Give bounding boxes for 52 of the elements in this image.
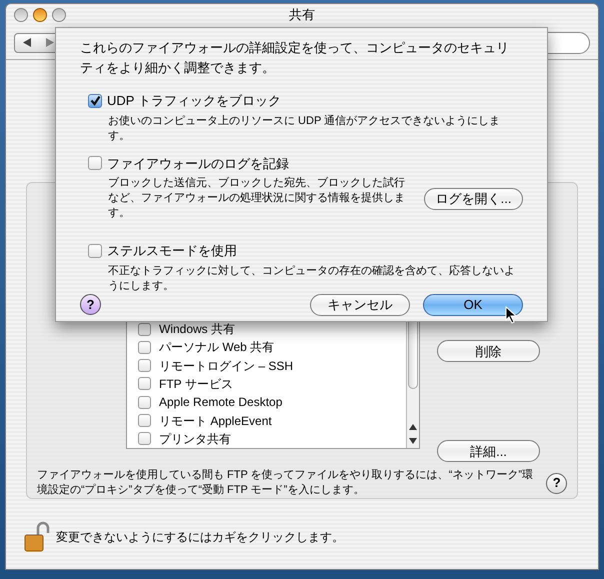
option-checkbox-row[interactable]: ファイアウォールのログを記録: [80, 154, 523, 173]
service-name: Windows 共有: [159, 321, 236, 338]
service-row[interactable]: Apple Remote Desktop: [127, 393, 406, 412]
checkbox[interactable]: [138, 340, 151, 354]
option-description: お使いのコンピュータ上のリソースに UDP 通信がアクセスできないようにします。: [108, 114, 502, 144]
service-row[interactable]: プリンタ共有: [127, 430, 406, 448]
push-button[interactable]: 詳細...: [437, 440, 540, 462]
service-row[interactable]: パーソナル Web 共有: [127, 338, 406, 357]
help-button[interactable]: ?: [546, 472, 567, 494]
scrollbar[interactable]: [406, 319, 419, 448]
service-name: Apple Remote Desktop: [159, 394, 282, 412]
zoom-button[interactable]: [52, 8, 66, 22]
unlocked-padlock-icon[interactable]: [24, 521, 50, 553]
option-description: 不正なトラフィックに対して、コンピュータの存在の確認を含めて、応答しないようにします。: [108, 264, 516, 294]
help-button[interactable]: ?: [80, 294, 101, 315]
window-title: 共有: [289, 6, 315, 24]
checkbox[interactable]: [138, 322, 151, 336]
firewall-note: ファイアウォールを使用している間も FTP を使ってファイルをやり取りするには、“ネットワーク”環境設定の“プロキシ”タブを使って“受動 FTP モード”を入にします。: [37, 468, 534, 498]
checkbox[interactable]: [88, 94, 102, 108]
checkbox[interactable]: [138, 396, 151, 409]
checkbox[interactable]: [138, 359, 151, 372]
checkbox[interactable]: [88, 156, 102, 170]
sheet-intro: これらのファイアウォールの詳細設定を使って、コンピュータのセキュリティをより細かく調整できます。: [80, 39, 510, 77]
option-checkbox-row[interactable]: UDP トラフィックをブロック: [80, 91, 523, 110]
option-label: ファイアウォールのログを記録: [107, 154, 289, 172]
service-row[interactable]: Windows 共有: [127, 320, 406, 338]
service-row[interactable]: FTP サービス: [127, 374, 406, 394]
lock-hint: 変更できないようにするにはカギをクリックします。: [56, 529, 344, 546]
checkbox[interactable]: [88, 244, 102, 258]
option-description: ブロックした送信元、ブロックした宛先、ブロックした試行など、ファイアウォールの処理状況に関する情報を提供します。: [108, 176, 406, 221]
push-button[interactable]: キャンセル: [310, 294, 410, 316]
mouse-pointer-icon: [505, 306, 517, 324]
service-name: リモートログイン – SSH: [159, 358, 294, 375]
option-checkbox-row[interactable]: ステルスモードを使用: [80, 241, 523, 260]
service-name: プリンタ共有: [159, 430, 231, 448]
service-name: パーソナル Web 共有: [159, 339, 274, 356]
option-label: ステルスモードを使用: [107, 242, 237, 260]
checkbox[interactable]: [138, 432, 151, 446]
checkbox[interactable]: [138, 377, 151, 390]
push-button[interactable]: OK: [423, 294, 523, 316]
checkmark-icon: [90, 95, 100, 106]
close-button[interactable]: [14, 8, 28, 22]
checkbox[interactable]: [138, 414, 151, 428]
service-row[interactable]: リモート AppleEvent: [127, 411, 406, 430]
minimize-button[interactable]: [33, 8, 47, 22]
push-button[interactable]: 削除: [437, 340, 540, 362]
back-icon: [22, 38, 30, 47]
push-button[interactable]: ログを開く...: [424, 188, 523, 210]
option-label: UDP トラフィックをブロック: [107, 92, 281, 110]
service-name: リモート AppleEvent: [159, 412, 272, 430]
service-row[interactable]: リモートログイン – SSH: [127, 356, 406, 375]
service-name: FTP サービス: [159, 376, 233, 393]
